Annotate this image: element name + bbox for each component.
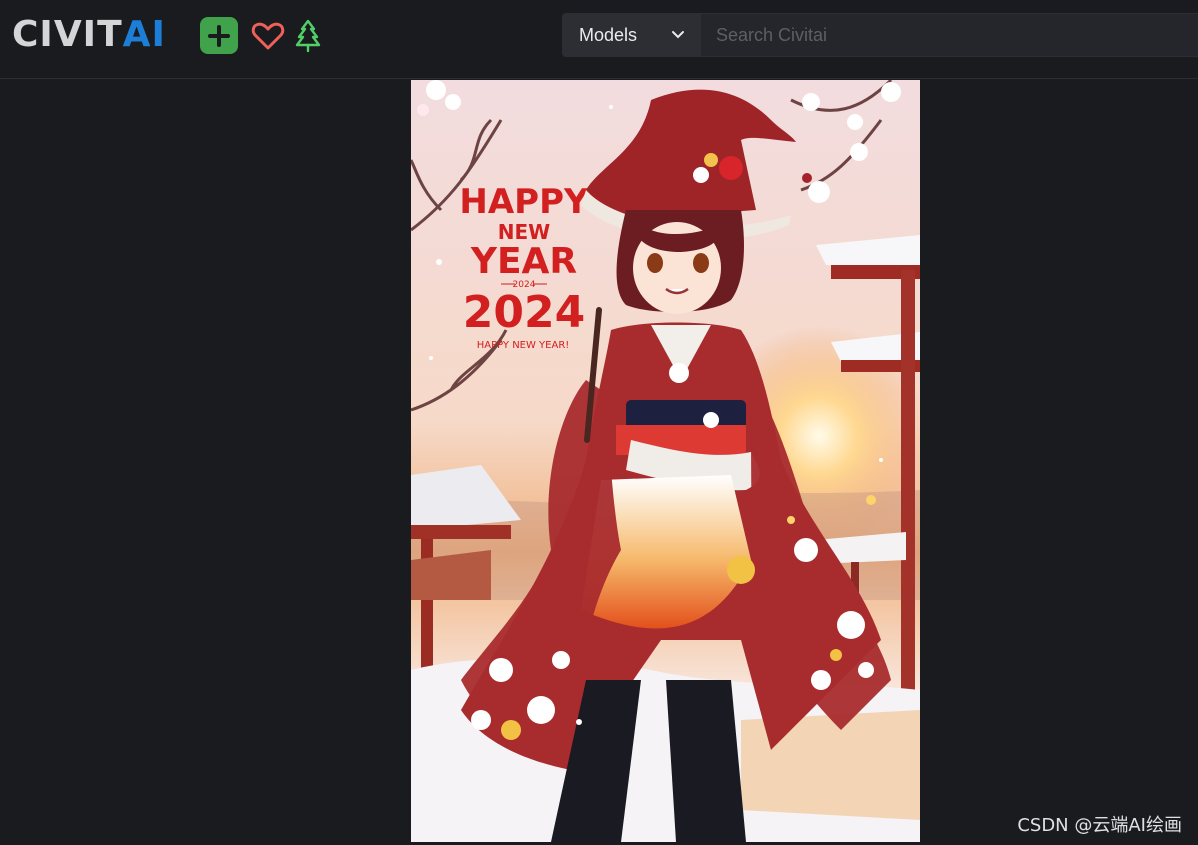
- favorites-button[interactable]: [249, 17, 287, 54]
- create-button[interactable]: [200, 17, 238, 54]
- holiday-event-button[interactable]: [289, 17, 327, 54]
- chevron-down-icon: [672, 31, 684, 39]
- watermark: CSDN @云端AI绘画: [1017, 815, 1182, 836]
- logo-text-civit: CIVIT: [12, 14, 123, 55]
- artwork-image[interactable]: HAPPY NEW YEAR 2024 2024 HAPPY NEW YEAR!: [411, 80, 920, 842]
- artwork-illustration: HAPPY NEW YEAR 2024 2024 HAPPY NEW YEAR!: [411, 80, 920, 842]
- search-type-label: Models: [579, 24, 638, 45]
- main-content: HAPPY NEW YEAR 2024 2024 HAPPY NEW YEAR!: [0, 79, 1198, 845]
- search-type-select[interactable]: Models: [563, 13, 701, 57]
- poster-text-happy: HAPPY: [459, 182, 589, 222]
- top-navbar: CIVIT AI Models: [0, 0, 1198, 79]
- plus-icon: [208, 24, 230, 47]
- christmas-tree-icon: [295, 19, 321, 52]
- search-input[interactable]: [701, 13, 1198, 57]
- heart-icon: [251, 22, 285, 49]
- search-bar: Models: [562, 13, 1198, 57]
- poster-text-2024: 2024: [463, 287, 585, 338]
- civitai-logo[interactable]: CIVIT AI: [12, 17, 166, 53]
- poster-text-year: YEAR: [470, 241, 577, 282]
- logo-text-ai: AI: [122, 14, 166, 55]
- poster-text-subline: HAPPY NEW YEAR!: [477, 340, 570, 351]
